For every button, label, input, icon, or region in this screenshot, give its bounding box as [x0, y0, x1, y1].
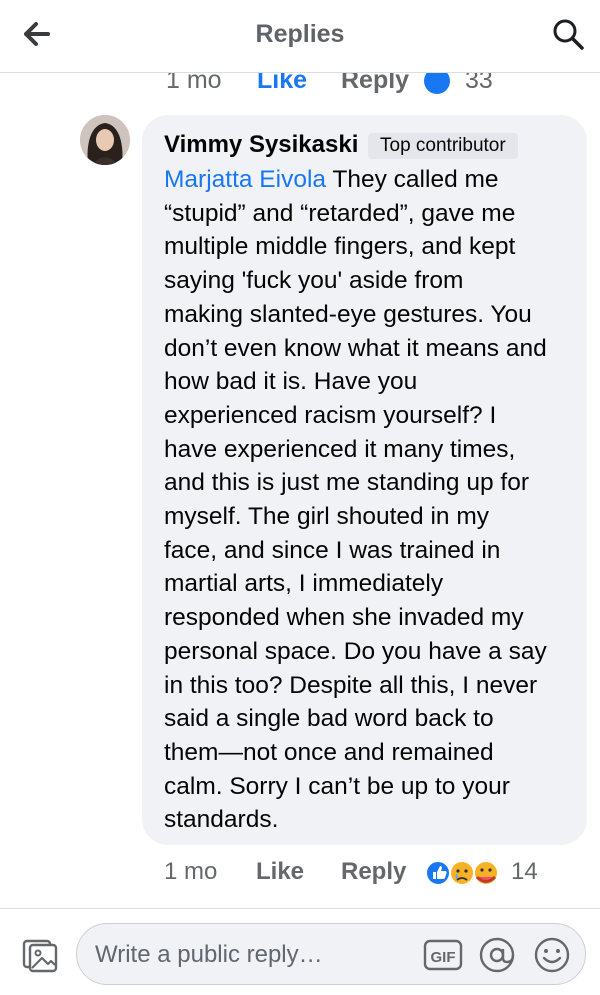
reply-button[interactable]: Reply	[341, 858, 406, 886]
photo-icon[interactable]	[20, 935, 60, 975]
comment-line: face, and since I was trained in	[164, 536, 501, 564]
gif-icon[interactable]: GIF	[423, 937, 463, 973]
comment-line: in this too? Despite all this, I never	[164, 671, 538, 699]
comment-line: standards.	[164, 806, 279, 834]
comment-line: said a single bad word back to	[164, 705, 494, 733]
comment-line: how bad it is. Have you	[164, 368, 418, 396]
comment-line: making slanted-eye gestures. You	[164, 300, 532, 328]
comment-line: and this is just me standing up for	[164, 469, 529, 497]
comment-line: myself. The girl shouted in my	[164, 503, 489, 531]
comment-text: Marjatta Eivola They called me “stupid” …	[164, 163, 576, 837]
comment-actions: 1 mo Like Reply 14	[0, 856, 600, 892]
mention-link[interactable]: Marjatta Eivola	[164, 166, 326, 193]
comment-line-1: Marjatta Eivola They called me	[164, 166, 499, 193]
reply-composer: GIF	[0, 908, 600, 995]
reply-input-container[interactable]: GIF	[76, 923, 586, 985]
like-icon	[425, 860, 451, 886]
comment-line: saying 'fuck you' aside from	[164, 267, 464, 295]
emoji-icon[interactable]	[532, 935, 572, 975]
top-contributor-badge: Top contributor	[368, 133, 518, 159]
avatar[interactable]	[80, 115, 130, 165]
comment-bubble: Vimmy Sysikaski Top contributor Marjatta…	[142, 115, 587, 845]
comment-time: 1 mo	[164, 858, 218, 885]
top-bar: Replies	[0, 0, 600, 73]
reaction-icons[interactable]	[424, 856, 504, 890]
svg-text:GIF: GIF	[431, 949, 456, 966]
reaction-count[interactable]: 14	[511, 858, 538, 886]
comment-line: have experienced it many times,	[164, 435, 516, 463]
search-icon[interactable]	[548, 14, 588, 54]
sad-icon	[449, 860, 475, 886]
comment-line: responded when she invaded my	[164, 604, 524, 632]
comment-line: experienced racism yourself? I	[164, 401, 497, 429]
comment-line: “stupid” and “retarded”, gave me	[164, 199, 516, 227]
comment-line: them—not once and remained	[164, 738, 494, 766]
comment-line: calm. Sorry I can’t be up to your	[164, 772, 510, 800]
comment-line: multiple middle fingers, and kept	[164, 233, 516, 261]
reply-input[interactable]	[93, 934, 417, 976]
page-title: Replies	[255, 20, 345, 48]
care-icon	[473, 860, 499, 886]
comment-line: don’t even know what it means and	[164, 334, 547, 362]
comment-line: personal space. Do you have a say	[164, 637, 547, 665]
mention-icon[interactable]	[477, 935, 517, 975]
comment-author[interactable]: Vimmy Sysikaski	[164, 131, 358, 159]
comment-line: martial arts, I immediately	[164, 570, 444, 598]
like-button[interactable]: Like	[256, 858, 304, 886]
